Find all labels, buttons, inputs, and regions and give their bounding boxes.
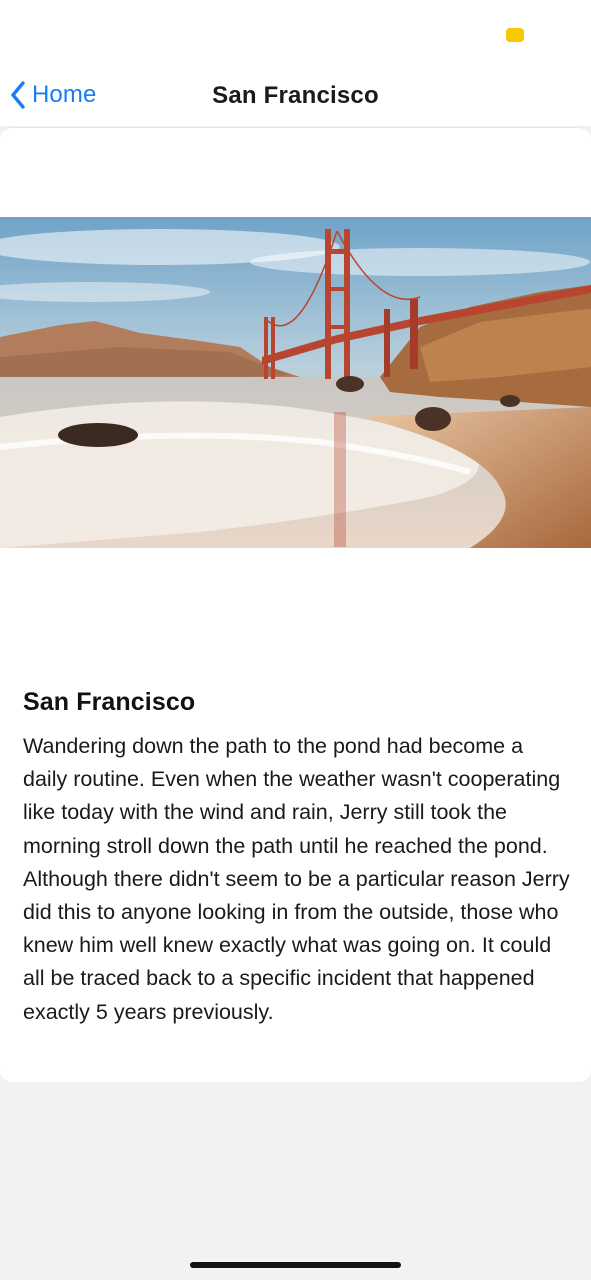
- navigation-bar: Home San Francisco: [0, 64, 591, 126]
- page-title: San Francisco: [212, 82, 379, 109]
- article-title: San Francisco: [23, 688, 196, 716]
- status-indicator-pill: [506, 28, 524, 42]
- hero-image: [0, 217, 591, 548]
- article-card: San Francisco Wandering down the path to…: [0, 127, 591, 1082]
- status-bar: [0, 0, 591, 64]
- article-body: Wandering down the path to the pond had …: [23, 734, 570, 1024]
- home-indicator[interactable]: [190, 1262, 401, 1268]
